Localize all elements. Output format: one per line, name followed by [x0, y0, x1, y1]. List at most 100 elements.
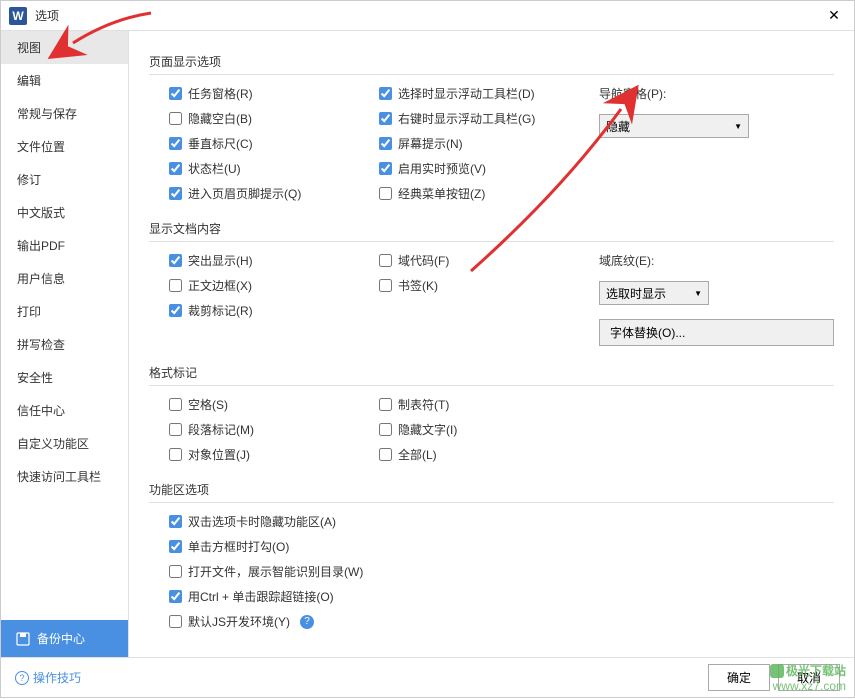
checkbox[interactable] — [379, 254, 392, 267]
backup-center-button[interactable]: 备份中心 — [1, 620, 128, 657]
checkbox[interactable] — [379, 87, 392, 100]
checkbox-option[interactable]: 打开文件，展示智能识别目录(W) — [169, 563, 363, 580]
checkbox[interactable] — [379, 448, 392, 461]
checkbox[interactable] — [379, 398, 392, 411]
checkbox-label: 突出显示(H) — [188, 252, 253, 269]
checkbox-label: 对象位置(J) — [188, 446, 250, 463]
checkbox-option[interactable]: 段落标记(M) — [169, 421, 379, 438]
checkbox-option[interactable]: 选择时显示浮动工具栏(D) — [379, 85, 599, 102]
app-icon: W — [9, 7, 27, 25]
sidebar-item[interactable]: 输出PDF — [1, 229, 128, 262]
checkbox-option[interactable]: 默认JS开发环境(Y)? — [169, 613, 363, 630]
checkbox-label: 制表符(T) — [398, 396, 449, 413]
checkbox-label: 打开文件，展示智能识别目录(W) — [188, 563, 363, 580]
sidebar-item[interactable]: 拼写检查 — [1, 328, 128, 361]
chevron-down-icon: ▼ — [694, 289, 702, 298]
cancel-button[interactable]: 取消 — [778, 664, 840, 691]
sidebar-item[interactable]: 修订 — [1, 163, 128, 196]
checkbox[interactable] — [169, 279, 182, 292]
section-page-display: 页面显示选项 — [149, 47, 834, 75]
checkbox-option[interactable]: 垂直标尺(C) — [169, 135, 379, 152]
checkbox-option[interactable]: 屏幕提示(N) — [379, 135, 599, 152]
checkbox-label: 段落标记(M) — [188, 421, 254, 438]
checkbox[interactable] — [379, 279, 392, 292]
checkbox-option[interactable]: 隐藏文字(I) — [379, 421, 599, 438]
sidebar-item[interactable]: 快速访问工具栏 — [1, 460, 128, 493]
nav-pane-label: 导航窗格(P): — [599, 85, 834, 102]
checkbox-option[interactable]: 突出显示(H) — [169, 252, 379, 269]
checkbox-option[interactable]: 对象位置(J) — [169, 446, 379, 463]
ok-button[interactable]: 确定 — [708, 664, 770, 691]
checkbox-option[interactable]: 进入页眉页脚提示(Q) — [169, 185, 379, 202]
checkbox-option[interactable]: 经典菜单按钮(Z) — [379, 185, 599, 202]
checkbox-option[interactable]: 任务窗格(R) — [169, 85, 379, 102]
backup-center-label: 备份中心 — [37, 630, 85, 647]
checkbox[interactable] — [169, 162, 182, 175]
checkbox[interactable] — [169, 398, 182, 411]
checkbox[interactable] — [169, 254, 182, 267]
sidebar-item[interactable]: 常规与保存 — [1, 97, 128, 130]
checkbox-label: 经典菜单按钮(Z) — [398, 185, 485, 202]
checkbox-option[interactable]: 状态栏(U) — [169, 160, 379, 177]
checkbox[interactable] — [169, 423, 182, 436]
sidebar-item[interactable]: 编辑 — [1, 64, 128, 97]
checkbox-option[interactable]: 启用实时预览(V) — [379, 160, 599, 177]
checkbox-option[interactable]: 制表符(T) — [379, 396, 599, 413]
checkbox-label: 域代码(F) — [398, 252, 449, 269]
checkbox[interactable] — [379, 187, 392, 200]
sidebar-item[interactable]: 打印 — [1, 295, 128, 328]
checkbox-label: 全部(L) — [398, 446, 437, 463]
tips-icon: ? — [15, 671, 29, 685]
sidebar-item[interactable]: 文件位置 — [1, 130, 128, 163]
checkbox-option[interactable]: 裁剪标记(R) — [169, 302, 379, 319]
shading-label: 域底纹(E): — [599, 252, 834, 269]
info-icon[interactable]: ? — [300, 615, 314, 629]
checkbox[interactable] — [169, 448, 182, 461]
checkbox[interactable] — [169, 112, 182, 125]
checkbox[interactable] — [169, 87, 182, 100]
checkbox-label: 默认JS开发环境(Y) — [188, 613, 290, 630]
tips-link[interactable]: ? 操作技巧 — [15, 669, 81, 686]
checkbox[interactable] — [379, 423, 392, 436]
checkbox-label: 隐藏文字(I) — [398, 421, 457, 438]
checkbox-option[interactable]: 单击方框时打勾(O) — [169, 538, 363, 555]
checkbox-option[interactable]: 域代码(F) — [379, 252, 599, 269]
checkbox[interactable] — [169, 187, 182, 200]
checkbox[interactable] — [169, 540, 182, 553]
font-substitute-button[interactable]: 字体替换(O)... — [599, 319, 834, 346]
checkbox-label: 任务窗格(R) — [188, 85, 253, 102]
checkbox-option[interactable]: 空格(S) — [169, 396, 379, 413]
checkbox-option[interactable]: 双击选项卡时隐藏功能区(A) — [169, 513, 363, 530]
checkbox[interactable] — [169, 137, 182, 150]
close-icon[interactable]: ✕ — [822, 4, 846, 28]
checkbox-option[interactable]: 用Ctrl + 单击跟踪超链接(O) — [169, 588, 363, 605]
sidebar-item[interactable]: 信任中心 — [1, 394, 128, 427]
backup-icon — [15, 631, 31, 647]
checkbox-option[interactable]: 隐藏空白(B) — [169, 110, 379, 127]
tips-label: 操作技巧 — [33, 669, 81, 686]
checkbox[interactable] — [379, 112, 392, 125]
nav-pane-dropdown[interactable]: 隐藏 ▼ — [599, 114, 749, 138]
checkbox[interactable] — [169, 615, 182, 628]
checkbox-option[interactable]: 正文边框(X) — [169, 277, 379, 294]
checkbox-label: 启用实时预览(V) — [398, 160, 486, 177]
sidebar-item[interactable]: 自定义功能区 — [1, 427, 128, 460]
checkbox[interactable] — [169, 565, 182, 578]
checkbox-option[interactable]: 右键时显示浮动工具栏(G) — [379, 110, 599, 127]
checkbox-option[interactable]: 全部(L) — [379, 446, 599, 463]
sidebar-item[interactable]: 中文版式 — [1, 196, 128, 229]
sidebar-item[interactable]: 视图 — [1, 31, 128, 64]
checkbox[interactable] — [169, 304, 182, 317]
checkbox-label: 裁剪标记(R) — [188, 302, 253, 319]
sidebar-item[interactable]: 安全性 — [1, 361, 128, 394]
checkbox-label: 状态栏(U) — [188, 160, 241, 177]
checkbox[interactable] — [379, 137, 392, 150]
checkbox-option[interactable]: 书签(K) — [379, 277, 599, 294]
checkbox[interactable] — [169, 515, 182, 528]
checkbox[interactable] — [169, 590, 182, 603]
sidebar-item[interactable]: 用户信息 — [1, 262, 128, 295]
checkbox[interactable] — [379, 162, 392, 175]
shading-dropdown[interactable]: 选取时显示 ▼ — [599, 281, 709, 305]
nav-pane-value: 隐藏 — [606, 118, 630, 135]
section-format-marks: 格式标记 — [149, 358, 834, 386]
